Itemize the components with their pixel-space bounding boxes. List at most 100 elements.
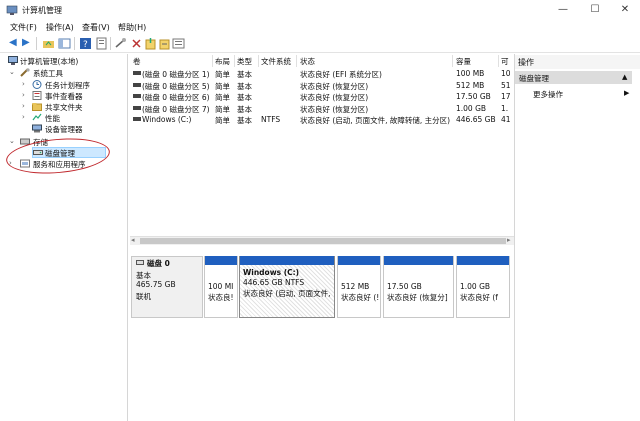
toolbar-separator <box>74 37 75 50</box>
partition-color-bar <box>205 256 237 265</box>
disk-size: 465.75 GB <box>136 280 176 289</box>
up-folder-icon[interactable] <box>42 37 55 50</box>
cell-free: 17 <box>501 92 511 101</box>
cell-free: 41 <box>501 115 511 124</box>
menu-file[interactable]: 文件(F) <box>10 22 37 33</box>
shared-folder-icon <box>32 102 42 111</box>
task-scheduler-icon <box>32 80 42 89</box>
expand-chevron-right-icon[interactable]: › <box>22 113 25 121</box>
show-hide-tree-icon[interactable] <box>58 37 71 50</box>
volume-icon <box>133 117 141 121</box>
computer-icon <box>8 56 18 65</box>
cell-volume: (磁盘 0 磁盘分区 6) <box>142 93 210 102</box>
volume-icon <box>133 105 141 110</box>
format-icon[interactable] <box>158 37 171 50</box>
cell-layout: 简单 <box>215 104 230 114</box>
tree-item-performance[interactable]: 性能 <box>45 113 60 124</box>
expand-chevron-down-icon[interactable]: ⌄ <box>9 68 15 76</box>
tree-root-computer-management[interactable]: 计算机管理(本地) <box>20 56 78 67</box>
forward-arrow-icon[interactable]: ▶ <box>22 37 30 48</box>
chevron-right-icon: ▶ <box>624 89 630 97</box>
expand-chevron-right-icon[interactable]: › <box>22 80 25 88</box>
expand-chevron-down-icon[interactable]: ⌄ <box>9 137 15 145</box>
partition-status: 状态良好 (! <box>341 293 379 302</box>
partition-size: 446.65 GB NTFS <box>243 278 305 287</box>
tree-item-device-manager[interactable]: 设备管理器 <box>45 124 83 135</box>
cell-type: 基本 <box>237 93 252 102</box>
more-actions-link[interactable]: 更多操作 <box>533 89 563 100</box>
maximize-button[interactable]: ☐ <box>580 0 610 20</box>
cell-volume: Windows (C:) <box>142 115 192 124</box>
partition-size: 512 MB <box>341 282 370 291</box>
delete-icon[interactable] <box>130 37 143 50</box>
partition-size: 100 MI <box>208 282 234 291</box>
help-icon[interactable]: ? <box>79 37 92 50</box>
partition-size: 17.50 GB <box>387 282 422 291</box>
close-button[interactable]: ✕ <box>610 0 640 20</box>
column-header-filesystem[interactable]: 文件系统 <box>261 56 291 67</box>
cell-type: 基本 <box>237 70 252 79</box>
column-header-volume[interactable]: 卷 <box>133 56 141 67</box>
disk-status: 联机 <box>136 292 151 301</box>
column-header-type[interactable]: 类型 <box>237 56 252 67</box>
title-bar <box>0 0 640 20</box>
volume-icon <box>133 71 141 75</box>
cell-type: 基本 <box>237 104 252 114</box>
cell-layout: 简单 <box>215 93 230 102</box>
cell-type: 基本 <box>237 116 252 125</box>
menu-help[interactable]: 帮助(H) <box>118 22 146 33</box>
tree-item-system-tools[interactable]: 系统工具 <box>33 68 63 79</box>
volume-icon <box>133 82 141 87</box>
tree-item-task-scheduler[interactable]: 任务计划程序 <box>45 80 90 91</box>
system-tools-icon <box>20 68 30 77</box>
menu-view[interactable]: 查看(V) <box>82 22 110 33</box>
expand-chevron-right-icon[interactable]: › <box>22 91 25 99</box>
cell-free: 1. <box>501 103 509 113</box>
column-separator <box>234 55 235 67</box>
partition-status: 状态良! <box>208 293 234 302</box>
performance-icon <box>32 113 42 122</box>
partition-color-bar <box>384 256 453 265</box>
cell-status: 状态良好 (启动, 页面文件, 故障转储, 主分区) <box>300 116 451 125</box>
cell-volume: (磁盘 0 磁盘分区 7) <box>142 104 210 114</box>
partition-block[interactable] <box>239 256 335 318</box>
partition-status: 状态良好 (f <box>460 293 498 302</box>
column-header-free[interactable]: 可 <box>501 56 509 67</box>
properties-icon[interactable] <box>95 37 108 50</box>
scrollbar-thumb[interactable] <box>140 238 506 244</box>
cell-capacity: 100 MB <box>456 69 485 78</box>
cell-layout: 简单 <box>215 116 230 125</box>
actions-section-label: 磁盘管理 <box>519 74 549 83</box>
scroll-left-icon[interactable]: ◂ <box>131 236 135 244</box>
cell-volume: (磁盘 0 磁盘分区 5) <box>142 81 210 91</box>
menu-action[interactable]: 操作(A) <box>46 22 74 33</box>
column-separator <box>452 55 453 67</box>
new-volume-icon[interactable] <box>144 37 157 50</box>
column-separator <box>296 55 297 67</box>
column-header-status[interactable]: 状态 <box>300 56 315 67</box>
tree-item-shared-folders[interactable]: 共享文件夹 <box>45 102 83 113</box>
scroll-right-icon[interactable]: ▸ <box>507 236 511 244</box>
connect-icon[interactable] <box>114 37 127 50</box>
view-list-icon[interactable] <box>172 37 185 50</box>
partition-color-bar <box>240 256 334 265</box>
column-header-capacity[interactable]: 容量 <box>456 56 471 67</box>
minimize-button[interactable]: — <box>548 0 578 20</box>
event-viewer-icon <box>32 91 42 100</box>
actions-title: 操作 <box>518 58 534 67</box>
partition-color-bar <box>457 256 509 265</box>
expand-chevron-right-icon[interactable]: › <box>22 102 25 110</box>
collapse-up-icon[interactable]: ▲ <box>622 73 627 81</box>
toolbar-separator <box>110 37 111 50</box>
actions-pane <box>514 54 640 421</box>
back-arrow-icon[interactable]: ◀ <box>9 37 17 48</box>
partition-status: 状态良好 (恢复分] <box>387 293 448 302</box>
cell-capacity: 446.65 GB <box>456 115 496 124</box>
volume-icon <box>133 94 141 98</box>
cell-status: 状态良好 (EFI 系统分区) <box>300 70 382 79</box>
disk-icon <box>136 260 144 265</box>
cell-status: 状态良好 (恢复分区) <box>300 93 369 102</box>
column-header-layout[interactable]: 布局 <box>215 56 230 67</box>
tree-item-event-viewer[interactable]: 事件查看器 <box>45 91 83 102</box>
column-separator <box>498 55 499 67</box>
